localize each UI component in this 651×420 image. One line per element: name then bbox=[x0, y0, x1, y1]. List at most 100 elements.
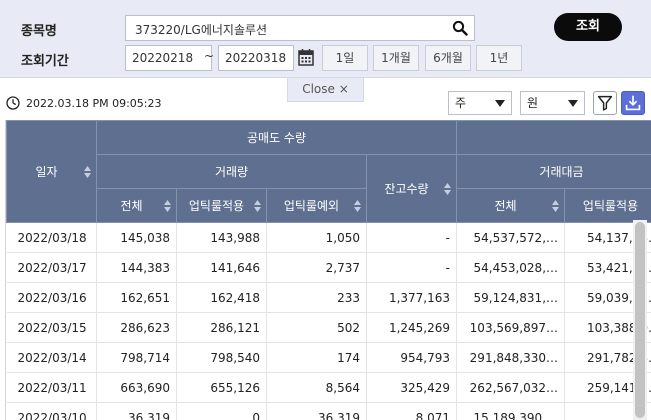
table-row[interactable]: 2022/03/16 162,651 162,418 233 1,377,163… bbox=[6, 282, 651, 313]
cell-uptick: 286,121 bbox=[176, 312, 267, 343]
sort-icon bbox=[552, 199, 560, 212]
cell-balance: - bbox=[366, 252, 458, 283]
period-label: 조회기간 bbox=[21, 54, 69, 69]
cell-exempt: 2,737 bbox=[266, 252, 367, 283]
cell-date: 2022/03/16 bbox=[6, 282, 97, 313]
column-header-uptick-label: 업틱룰적용 bbox=[188, 199, 245, 213]
cell-total: 144,383 bbox=[96, 252, 177, 283]
chevron-down-icon bbox=[495, 100, 505, 107]
end-date-input[interactable]: 20220318 bbox=[218, 45, 294, 71]
sort-icon bbox=[164, 199, 171, 212]
cell-exempt: 233 bbox=[266, 282, 367, 313]
period-1year-button[interactable]: 1년 bbox=[476, 45, 522, 71]
cell-amount-total: 54,453,028,… bbox=[456, 252, 566, 283]
currency-select[interactable]: 원 bbox=[520, 91, 585, 115]
cell-uptick: 143,988 bbox=[176, 222, 267, 253]
cell-total: 286,623 bbox=[96, 312, 177, 343]
table-row[interactable]: 2022/03/14 798,714 798,540 174 954,793 2… bbox=[6, 342, 651, 373]
stock-search-value: 373220/LG에너지솔루션 bbox=[135, 23, 268, 37]
sort-icon bbox=[354, 199, 361, 212]
period-1day-button[interactable]: 1일 bbox=[322, 45, 368, 71]
column-header-uptick[interactable]: 업틱룰적용 bbox=[176, 188, 267, 223]
unit-select-value: 주 bbox=[455, 96, 467, 110]
stock-search-input[interactable]: 373220/LG에너지솔루션 bbox=[125, 15, 475, 41]
table-row[interactable]: 2022/03/15 286,623 286,121 502 1,245,269… bbox=[6, 312, 651, 343]
column-header-amount-uptick-label: 업틱룰적용 bbox=[582, 199, 639, 213]
download-button[interactable] bbox=[621, 91, 645, 115]
unit-select[interactable]: 주 bbox=[448, 91, 512, 115]
cell-amount-total: 15,189,390,… bbox=[456, 402, 566, 420]
close-panel-tab[interactable]: Close × bbox=[287, 78, 364, 102]
sort-icon bbox=[84, 165, 91, 178]
column-header-amount-total[interactable]: 전체 bbox=[456, 188, 566, 223]
cell-date: 2022/03/14 bbox=[6, 342, 97, 373]
cell-date: 2022/03/11 bbox=[6, 372, 97, 403]
column-header-exempt-label: 업틱룰예외 bbox=[283, 199, 340, 213]
cell-exempt: 1,050 bbox=[266, 222, 367, 253]
column-header-amount-uptick[interactable]: 업틱룰적용 bbox=[564, 188, 651, 223]
cell-balance: 1,245,269 bbox=[366, 312, 458, 343]
currency-select-value: 원 bbox=[527, 96, 539, 110]
group-header-spacer bbox=[456, 120, 651, 155]
table-row[interactable]: 2022/03/11 663,690 655,126 8,564 325,429… bbox=[6, 372, 651, 403]
table-row[interactable]: 2022/03/10 36,319 0 36,319 8,071 15,189,… bbox=[6, 402, 651, 420]
chevron-down-icon bbox=[568, 100, 578, 107]
cell-balance: - bbox=[366, 222, 458, 253]
cell-total: 36,319 bbox=[96, 402, 177, 420]
column-header-balance[interactable]: 잔고수량 bbox=[365, 154, 458, 223]
cell-date: 2022/03/10 bbox=[6, 402, 97, 420]
cell-balance: 1,377,163 bbox=[366, 282, 458, 313]
search-button[interactable]: 조회 bbox=[554, 13, 622, 41]
column-header-exempt[interactable]: 업틱룰예외 bbox=[266, 188, 367, 223]
cell-amount-total: 54,537,572,… bbox=[456, 222, 566, 253]
cell-uptick: 162,418 bbox=[176, 282, 267, 313]
last-updated-timestamp: 2022.03.18 PM 09:05:23 bbox=[26, 97, 162, 110]
stock-name-label: 종목명 bbox=[21, 24, 57, 39]
column-header-amount-total-label: 전체 bbox=[494, 199, 517, 213]
sub-header-amount: 거래대금 bbox=[456, 154, 651, 189]
sort-icon bbox=[444, 182, 452, 195]
period-1month-button[interactable]: 1개월 bbox=[373, 45, 419, 71]
cell-exempt: 8,564 bbox=[266, 372, 367, 403]
cell-amount-total: 59,124,831,… bbox=[456, 282, 566, 313]
cell-balance: 954,793 bbox=[366, 342, 458, 373]
column-header-balance-label: 잔고수량 bbox=[384, 182, 429, 196]
scrollbar-thumb[interactable] bbox=[635, 222, 645, 418]
table-body: 2022/03/18 145,038 143,988 1,050 - 54,53… bbox=[6, 222, 651, 420]
column-header-total-label: 전체 bbox=[120, 199, 143, 213]
cell-uptick: 655,126 bbox=[176, 372, 267, 403]
cell-exempt: 174 bbox=[266, 342, 367, 373]
filter-button[interactable] bbox=[593, 91, 617, 115]
table-row[interactable]: 2022/03/18 145,038 143,988 1,050 - 54,53… bbox=[6, 222, 651, 253]
column-header-date-label: 일자 bbox=[35, 165, 58, 179]
cell-balance: 8,071 bbox=[366, 402, 458, 420]
search-panel: 종목명 373220/LG에너지솔루션 조회 조회기간 20220218 ~ 2… bbox=[0, 0, 651, 78]
cell-date: 2022/03/17 bbox=[6, 252, 97, 283]
group-header-short-volume: 공매도 수량 bbox=[95, 120, 458, 155]
short-selling-table: 일자 공매도 수량 거래량 잔고수량 거래대금 전체 업틱룰적용 업틱룰예외 전… bbox=[5, 120, 651, 420]
cell-total: 162,651 bbox=[96, 282, 177, 313]
sort-icon bbox=[254, 199, 261, 212]
table-row[interactable]: 2022/03/17 144,383 141,646 2,737 - 54,45… bbox=[6, 252, 651, 283]
cell-uptick: 0 bbox=[176, 402, 267, 420]
cell-amount-total: 103,569,897… bbox=[456, 312, 566, 343]
calendar-icon[interactable] bbox=[298, 48, 314, 66]
cell-total: 663,690 bbox=[96, 372, 177, 403]
clock-icon bbox=[6, 96, 20, 110]
vertical-scrollbar[interactable] bbox=[633, 220, 647, 420]
cell-exempt: 502 bbox=[266, 312, 367, 343]
cell-uptick: 798,540 bbox=[176, 342, 267, 373]
cell-amount-total: 291,848,330… bbox=[456, 342, 566, 373]
filter-icon bbox=[597, 95, 613, 111]
column-header-total[interactable]: 전체 bbox=[96, 188, 177, 223]
sub-header-volume: 거래량 bbox=[96, 154, 367, 189]
cell-uptick: 141,646 bbox=[176, 252, 267, 283]
column-header-date[interactable]: 일자 bbox=[6, 120, 97, 223]
date-range-separator: ~ bbox=[204, 49, 215, 63]
start-date-input[interactable]: 20220218 bbox=[125, 45, 212, 71]
cell-date: 2022/03/15 bbox=[6, 312, 97, 343]
cell-total: 798,714 bbox=[96, 342, 177, 373]
search-icon[interactable] bbox=[452, 20, 468, 36]
cell-date: 2022/03/18 bbox=[6, 222, 97, 253]
period-6month-button[interactable]: 6개월 bbox=[425, 45, 471, 71]
